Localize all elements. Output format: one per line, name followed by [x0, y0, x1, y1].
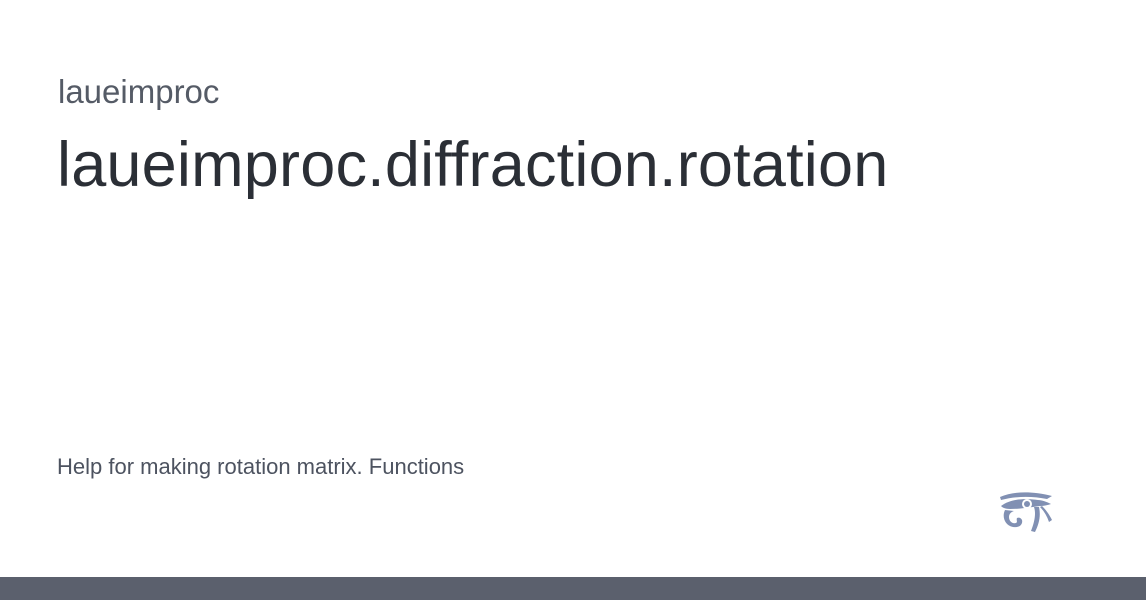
module-description: Help for making rotation matrix. Functio…: [57, 454, 465, 479]
eye-of-horus-icon: [996, 489, 1054, 533]
social-card: laueimproc laueimproc.diffraction.rotati…: [0, 0, 1146, 600]
package-name: laueimproc: [58, 73, 220, 110]
footer-bar: [0, 577, 1146, 600]
module-title: laueimproc.diffraction.rotation: [57, 130, 889, 200]
